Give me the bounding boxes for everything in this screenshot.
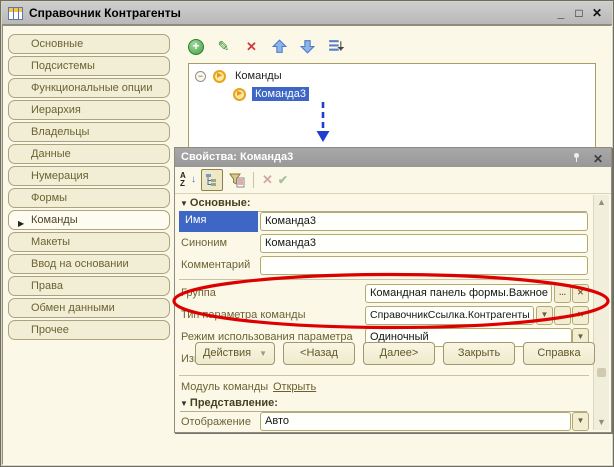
param-type-label[interactable]: Тип параметра команды (181, 309, 305, 321)
minimize-button[interactable]: _ (552, 6, 570, 20)
tree-row-root[interactable]: − Команды (195, 69, 285, 83)
command-icon (233, 88, 246, 101)
scroll-up-icon[interactable]: ▲ (594, 195, 609, 210)
tab-ierarhiya[interactable]: Иерархия (8, 100, 170, 120)
commands-toolbar: + ✎ ✕ (188, 38, 344, 55)
properties-scrollbar[interactable]: ▲ ▼ (593, 195, 609, 430)
group-label[interactable]: Группа (181, 287, 216, 299)
tab-dannye[interactable]: Данные (8, 144, 170, 164)
add-icon[interactable]: + (188, 39, 204, 55)
close-button[interactable]: ✕ (588, 6, 606, 20)
separator (179, 279, 589, 280)
window-title: Справочник Контрагенты (29, 6, 552, 20)
apply-icon: ✔ (278, 173, 288, 187)
help-button[interactable]: Справка (523, 342, 595, 365)
toolbar-separator (253, 172, 254, 188)
param-type-clear-button[interactable]: ✕ (572, 306, 589, 325)
maximize-button[interactable]: □ (570, 6, 588, 20)
name-field[interactable]: Команда3 (260, 212, 588, 231)
tab-numeraciya[interactable]: Нумерация (8, 166, 170, 186)
filter-icon[interactable] (228, 172, 245, 189)
command-module-open-link[interactable]: Открыть (273, 381, 316, 393)
collapse-icon[interactable]: − (195, 71, 206, 82)
sort-list-icon[interactable] (327, 38, 344, 55)
back-button[interactable]: <Назад (283, 342, 355, 365)
tab-prochee[interactable]: Прочее (8, 320, 170, 340)
section-collapse-icon: ▼ (180, 399, 188, 408)
tab-komandy[interactable]: ▶Команды (8, 210, 170, 230)
param-type-dropdown-button[interactable]: ▼ (536, 306, 553, 325)
pin-icon[interactable] (574, 153, 579, 158)
display-dropdown-button[interactable]: ▼ (572, 412, 589, 431)
sidebar-tabs: Основные Подсистемы Функциональные опции… (8, 34, 172, 342)
name-label[interactable]: Имя (179, 211, 258, 232)
actions-button[interactable]: Действия▼ (195, 342, 275, 365)
close-form-button[interactable]: Закрыть (443, 342, 515, 365)
delete-icon[interactable]: ✕ (243, 38, 260, 55)
edit-icon[interactable]: ✎ (215, 38, 232, 55)
app-window: Справочник Контрагенты _ □ ✕ Основные По… (0, 0, 614, 467)
group-clear-button[interactable]: ✕ (572, 284, 589, 303)
scroll-thumb[interactable] (597, 368, 606, 377)
move-up-icon[interactable] (271, 38, 288, 55)
properties-titlebar[interactable]: Свойства: Команда3 ✕ (175, 148, 611, 167)
properties-panel: Свойства: Команда3 ✕ A Z ↓ ✕ ✔ (174, 147, 612, 433)
command-group-icon (213, 70, 226, 83)
separator (179, 375, 589, 376)
window-titlebar: Справочник Контрагенты _ □ ✕ (2, 2, 612, 25)
tab-podsistemy[interactable]: Подсистемы (8, 56, 170, 76)
tab-makety[interactable]: Макеты (8, 232, 170, 252)
scroll-down-icon[interactable]: ▼ (594, 415, 609, 430)
catalog-icon (8, 7, 23, 20)
tab-formy[interactable]: Формы (8, 188, 170, 208)
move-down-icon[interactable] (299, 38, 316, 55)
cancel-edit-icon: ✕ (262, 172, 273, 188)
tab-vvod-na-osnovanii[interactable]: Ввод на основании (8, 254, 170, 274)
comment-field[interactable] (260, 256, 588, 275)
synonym-label[interactable]: Синоним (181, 237, 227, 249)
tab-obmen-dannymi[interactable]: Обмен данными (8, 298, 170, 318)
display-field[interactable]: Авто (260, 412, 571, 431)
display-label[interactable]: Отображение (181, 416, 251, 428)
tab-osnovnye[interactable]: Основные (8, 34, 170, 54)
tab-prava[interactable]: Права (8, 276, 170, 296)
sort-by-category-icon[interactable] (201, 169, 223, 191)
tree-row-child[interactable]: Команда3 (233, 87, 309, 101)
sort-alphabetical-icon[interactable]: A Z ↓ (180, 171, 196, 189)
section-basic[interactable]: ▼Основные: (180, 197, 587, 212)
param-type-ellipsis-button[interactable]: ... (554, 306, 571, 325)
comment-label[interactable]: Комментарий (181, 259, 250, 271)
chevron-down-icon: ▼ (259, 343, 267, 364)
section-collapse-icon: ▼ (180, 199, 188, 208)
properties-title: Свойства: Команда3 (181, 151, 293, 163)
tree-child-label[interactable]: Команда3 (252, 87, 309, 101)
command-module-label: Модуль команды (181, 381, 268, 393)
tab-vladelcy[interactable]: Владельцы (8, 122, 170, 142)
selected-tab-marker: ▶ (18, 215, 24, 233)
tree-root-label[interactable]: Команды (232, 69, 285, 83)
param-type-field[interactable]: СправочникСсылка.Контрагенты (365, 306, 534, 325)
window-content: Основные Подсистемы Функциональные опции… (2, 25, 612, 465)
group-field[interactable]: Командная панель формы.Важное (365, 284, 552, 303)
tab-funkcionalnye-opcii[interactable]: Функциональные опции (8, 78, 170, 98)
next-button[interactable]: Далее> (363, 342, 435, 365)
synonym-field[interactable]: Команда3 (260, 234, 588, 253)
section-view[interactable]: ▼Представление: (180, 397, 587, 412)
group-ellipsis-button[interactable]: ... (554, 284, 571, 303)
properties-toolbar: A Z ↓ ✕ ✔ (175, 167, 611, 194)
